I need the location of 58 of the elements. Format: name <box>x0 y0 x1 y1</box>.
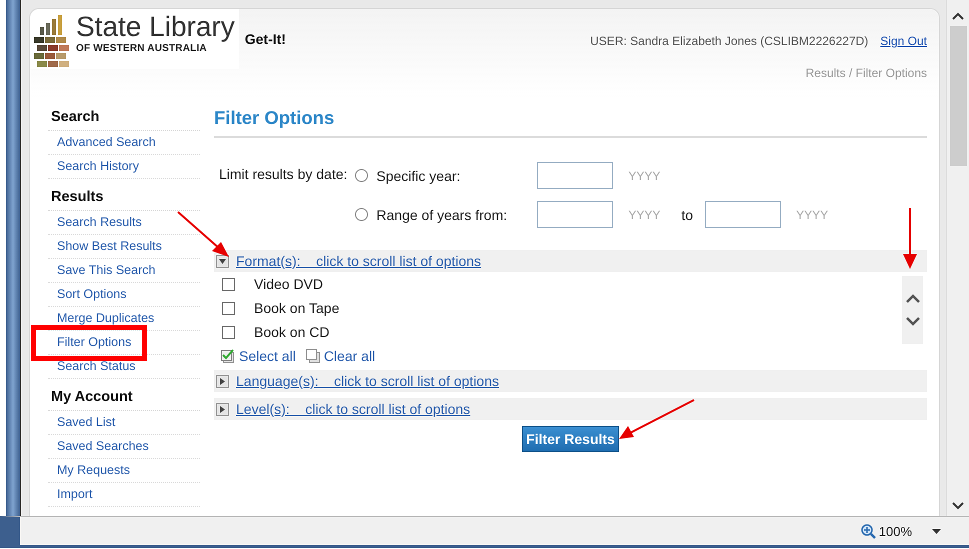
to-label: to <box>681 206 694 222</box>
sidebar-link[interactable]: Show Best Results <box>48 235 200 259</box>
checkbox-option[interactable]: Book on CD <box>222 320 902 344</box>
annotation-arrow <box>902 208 918 270</box>
scroll-up-icon[interactable] <box>952 12 964 20</box>
chevron-up-icon[interactable] <box>906 294 920 303</box>
scroll-thumb[interactable] <box>950 26 966 166</box>
sidebar-link[interactable]: Save This Search <box>48 259 200 283</box>
user-name: USER: Sandra Elizabeth Jones (CSLIBM2226227D) <box>590 34 868 48</box>
sidebar-link[interactable]: My Requests <box>48 459 200 483</box>
checkbox-option[interactable]: Video DVD <box>222 272 902 296</box>
logo-subtitle: OF WESTERN AUSTRALIA <box>76 43 208 54</box>
list-scroller[interactable] <box>902 276 923 344</box>
year-field[interactable] <box>537 201 614 228</box>
annotation-arrow <box>176 210 232 260</box>
sidebar-link[interactable]: Search Results <box>48 211 200 235</box>
sidebar-heading: My Account <box>48 385 200 411</box>
expand-icon[interactable] <box>216 402 229 416</box>
app-name: Get-It! <box>244 31 286 47</box>
zoom-icon <box>860 524 876 538</box>
filter-results-button[interactable]: Filter Results <box>522 426 619 452</box>
format-hint: YYYY <box>796 208 830 222</box>
logo-title: State Library <box>76 11 235 43</box>
pages-icon <box>306 349 321 363</box>
sidebar-link[interactable]: Saved Searches <box>48 435 200 459</box>
checklist-icon <box>221 349 236 363</box>
radio-option[interactable]: Range of years from: <box>355 206 538 222</box>
sidebar-link[interactable]: Search History <box>48 155 200 179</box>
select-all-link[interactable]: Select all <box>221 348 296 364</box>
format-hint: YYYY <box>628 168 662 182</box>
sidebar-heading: Search <box>48 105 200 131</box>
page-title: Filter Options <box>214 97 927 138</box>
year-field[interactable] <box>537 162 614 189</box>
year-field[interactable] <box>705 201 782 228</box>
chevron-down-icon[interactable] <box>906 317 920 326</box>
date-filter-label: Limit results by date: <box>219 166 348 184</box>
sidebar-link[interactable]: Merge Duplicates <box>48 307 200 331</box>
breadcrumb: Results / Filter Options <box>806 66 927 80</box>
zoom-level: 100% <box>878 524 912 538</box>
collapse-icon[interactable] <box>216 254 229 268</box>
scrollbar[interactable] <box>946 0 969 516</box>
sign-out-link[interactable]: Sign Out <box>880 34 927 48</box>
format-hint: YYYY <box>628 208 662 222</box>
checkbox-option[interactable]: Book on Tape <box>222 296 902 320</box>
radio-option[interactable]: Specific year: <box>355 168 538 184</box>
logo-icon <box>34 15 72 69</box>
sidebar-link[interactable]: Filter Options <box>48 331 200 355</box>
zoom-control[interactable]: 100% <box>860 524 912 538</box>
expand-icon[interactable] <box>216 374 229 388</box>
dropdown-icon[interactable] <box>932 528 941 534</box>
sidebar-heading: Results <box>48 185 200 211</box>
sidebar-link[interactable]: Import <box>48 483 200 507</box>
sidebar-link[interactable]: Search Status <box>48 355 200 379</box>
sidebar-link[interactable]: Sort Options <box>48 283 200 307</box>
clear-all-link[interactable]: Clear all <box>306 348 376 364</box>
scroll-down-icon[interactable] <box>952 502 964 510</box>
sidebar-link[interactable]: Advanced Search <box>48 131 200 155</box>
sidebar-link[interactable]: Saved List <box>48 411 200 435</box>
